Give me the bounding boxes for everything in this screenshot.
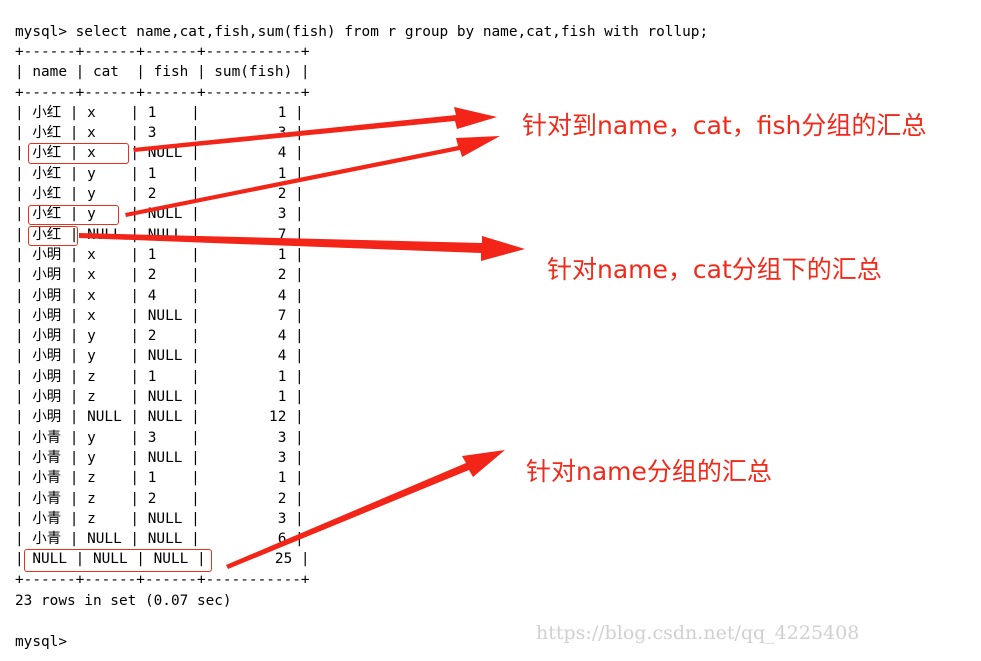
annotation-name-cat-fish: 针对到name，cat，fish分组的汇总 [522,111,927,140]
annotation-name-cat: 针对name，cat分组下的汇总 [547,255,882,284]
arrow-1-icon [133,107,497,152]
watermark-url: https://blog.csdn.net/qq_4225408 [536,622,860,644]
arrow-3-icon [79,233,525,261]
annotation-name: 针对name分组的汇总 [526,457,772,486]
arrow-4-icon [226,450,505,569]
arrow-2-icon [125,136,500,217]
annotation-arrows [79,107,525,569]
